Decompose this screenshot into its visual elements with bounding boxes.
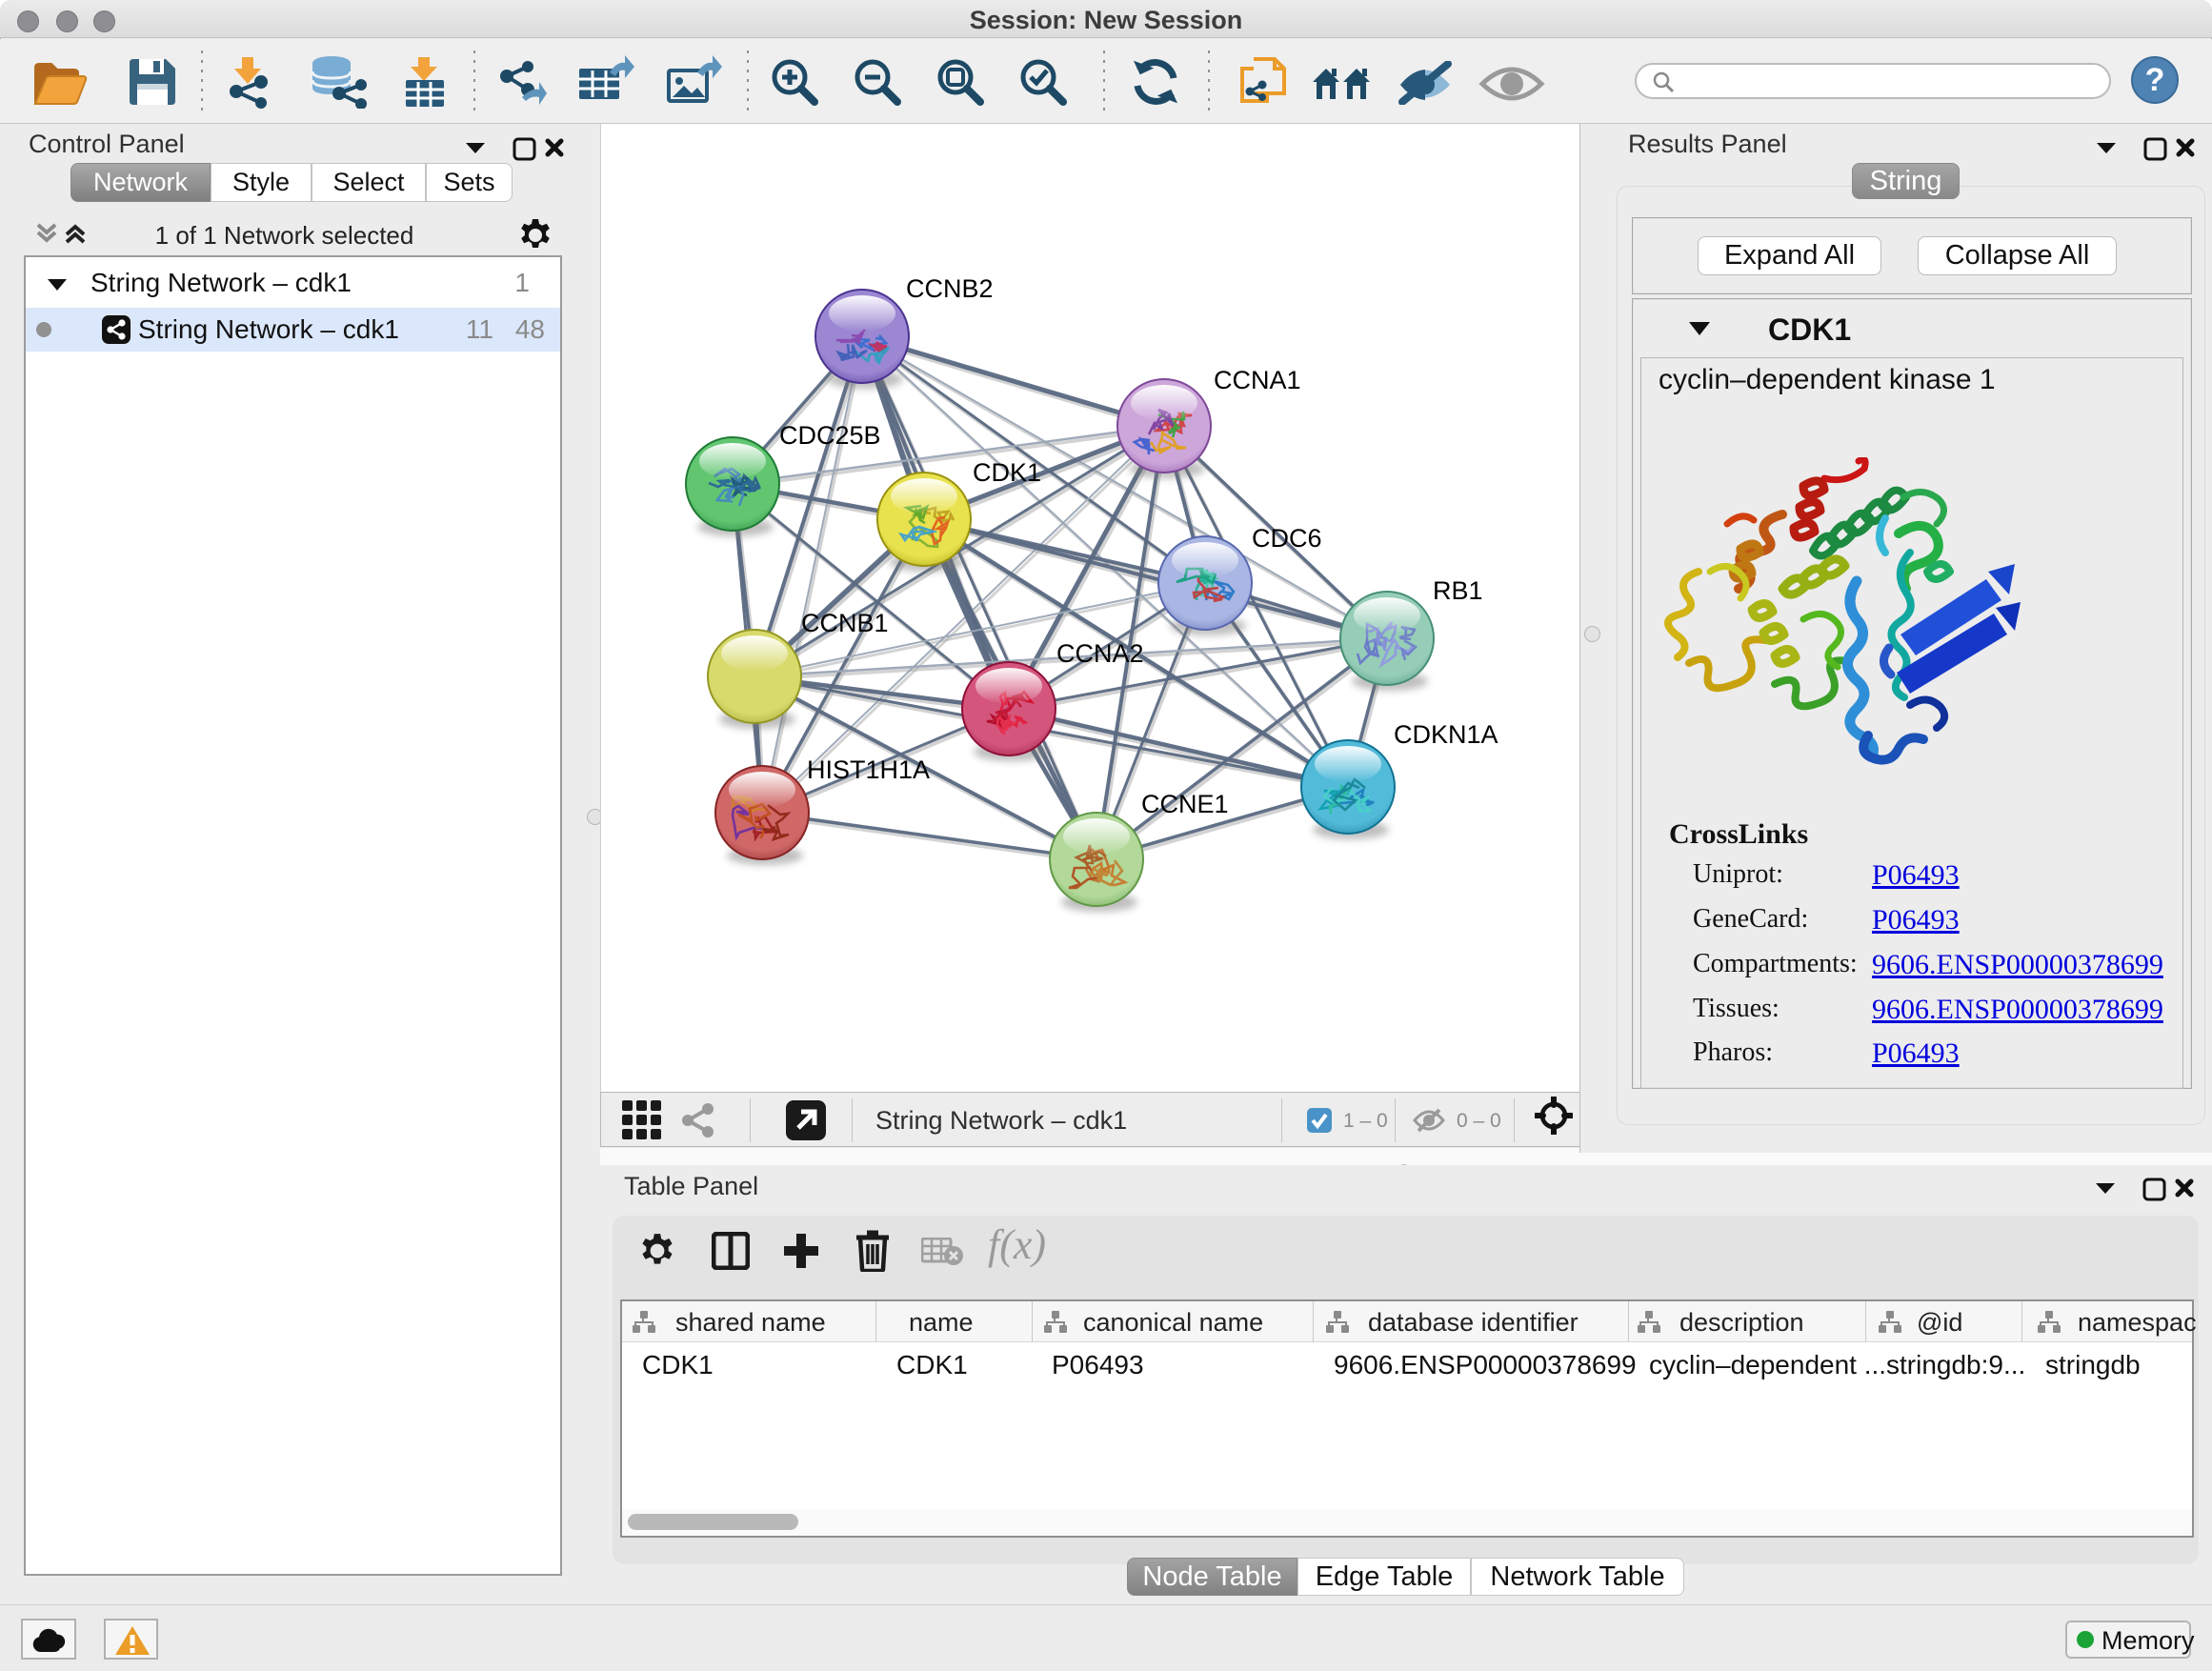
svg-text:HIST1H1A: HIST1H1A bbox=[807, 755, 930, 784]
svg-text:CCNB2: CCNB2 bbox=[906, 274, 994, 303]
svg-text:CCNA1: CCNA1 bbox=[1214, 366, 1301, 394]
svg-text:CDK1: CDK1 bbox=[973, 458, 1041, 487]
svg-text:CDC25B: CDC25B bbox=[779, 421, 881, 450]
svg-text:CDKN1A: CDKN1A bbox=[1394, 720, 1498, 749]
svg-text:CCNA2: CCNA2 bbox=[1056, 639, 1144, 668]
svg-text:CDC6: CDC6 bbox=[1252, 524, 1322, 553]
svg-text:CCNE1: CCNE1 bbox=[1141, 790, 1229, 818]
svg-text:?: ? bbox=[2145, 62, 2165, 98]
svg-text:CCNB1: CCNB1 bbox=[801, 609, 889, 637]
svg-text:RB1: RB1 bbox=[1433, 576, 1483, 605]
